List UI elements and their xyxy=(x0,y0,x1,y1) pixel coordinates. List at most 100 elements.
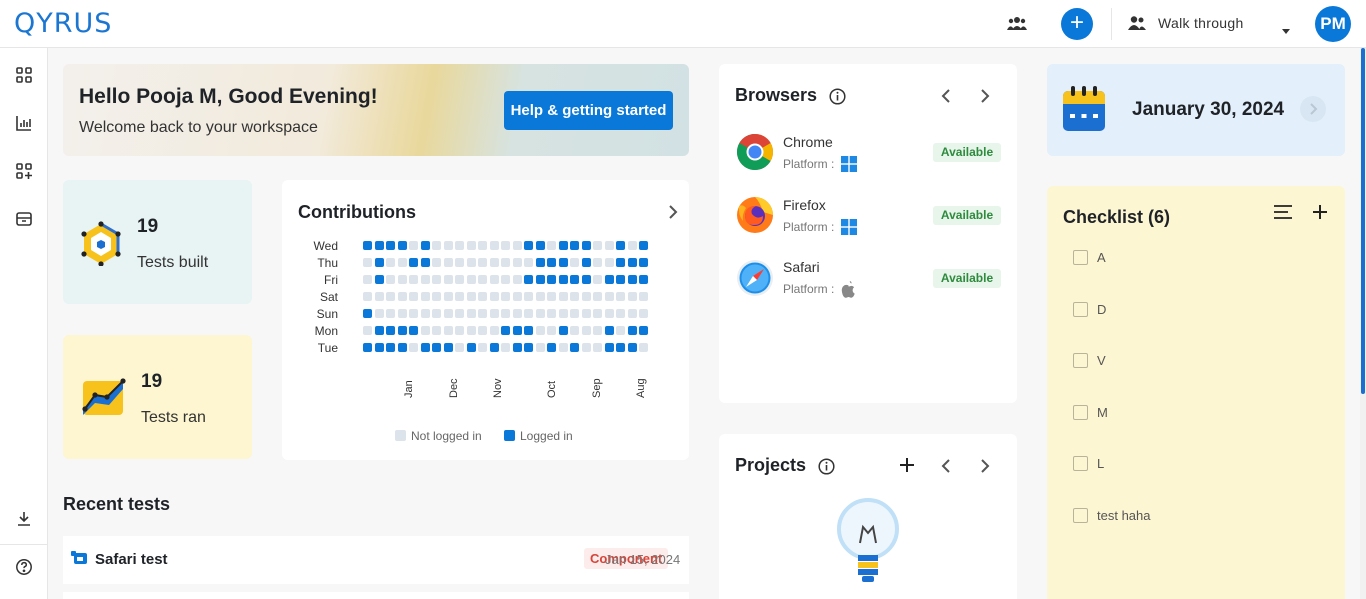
contribution-cell-logged xyxy=(386,343,395,352)
chevron-left-icon[interactable] xyxy=(941,459,951,478)
archive-icon[interactable] xyxy=(15,210,33,233)
contributions-title: Contributions xyxy=(298,202,416,222)
contribution-cell-logged xyxy=(639,326,648,335)
contribution-cell-not-logged xyxy=(455,241,464,250)
recent-test-name[interactable]: Safari test xyxy=(95,551,168,568)
contribution-cell-not-logged xyxy=(432,309,441,318)
contribution-cell-not-logged xyxy=(466,292,476,301)
contribution-cell-not-logged xyxy=(524,292,533,301)
contribution-cell-not-logged xyxy=(443,275,453,284)
contribution-cell-not-logged xyxy=(558,309,568,318)
checklist-item-label: A xyxy=(1097,250,1106,265)
contribution-cell-not-logged xyxy=(466,241,476,250)
checklist-item-label: L xyxy=(1097,456,1105,472)
contribution-cell-not-logged xyxy=(386,258,395,267)
contribution-cell-logged xyxy=(604,275,614,284)
walkthrough-select[interactable]: Walk through xyxy=(1158,15,1244,31)
browser-name: Firefox xyxy=(783,197,826,213)
day-label: Wed xyxy=(313,239,338,253)
contribution-cell-logged xyxy=(386,241,395,250)
contribution-cell-logged xyxy=(397,343,407,352)
contribution-cell-not-logged xyxy=(604,292,614,301)
contribution-cell-logged xyxy=(512,343,522,352)
contribution-cell-not-logged xyxy=(409,292,418,301)
contribution-cell-not-logged xyxy=(489,326,499,335)
reports-chart-icon[interactable] xyxy=(15,114,33,137)
checklist-checkbox[interactable] xyxy=(1073,250,1088,265)
greeting-subtitle: Welcome back to your workspace xyxy=(79,119,318,136)
contribution-cell-not-logged xyxy=(443,258,453,267)
page-scrollbar-track[interactable] xyxy=(1360,48,1366,599)
next-date-button[interactable] xyxy=(1300,96,1326,122)
qyrus-logo[interactable]: QYRUS xyxy=(14,8,112,39)
tests-built-count: 19 xyxy=(137,216,159,237)
projects-card: Projects xyxy=(719,434,1017,599)
contribution-cell-logged xyxy=(570,241,579,250)
chevron-right-icon[interactable] xyxy=(668,205,678,224)
contribution-cell-logged xyxy=(524,241,533,250)
add-project-icon[interactable] xyxy=(899,457,915,478)
checklist-checkbox[interactable] xyxy=(1073,508,1088,523)
contribution-cell-not-logged xyxy=(535,309,545,318)
checklist-checkbox[interactable] xyxy=(1073,404,1088,420)
legend-not-logged-swatch xyxy=(395,430,406,441)
help-getting-started-button[interactable]: Help & getting started xyxy=(504,91,673,130)
browser-name: Safari xyxy=(783,259,820,275)
add-checklist-item-icon[interactable] xyxy=(1312,204,1328,225)
help-icon[interactable] xyxy=(15,558,33,581)
user-avatar[interactable]: PM xyxy=(1315,6,1351,42)
contribution-cell-not-logged xyxy=(466,275,476,284)
contribution-cell-not-logged xyxy=(616,326,625,335)
contribution-cell-not-logged xyxy=(570,309,579,318)
contribution-cell-logged xyxy=(627,343,637,352)
contribution-cell-not-logged xyxy=(443,326,453,335)
legend-logged-swatch xyxy=(504,430,515,441)
contribution-cell-not-logged xyxy=(547,241,556,250)
contribution-cell-not-logged xyxy=(501,275,510,284)
tests-built-card: 19 Tests built xyxy=(63,180,252,304)
download-icon[interactable] xyxy=(15,510,33,533)
page-scrollbar-thumb[interactable] xyxy=(1361,48,1365,394)
contribution-cell-logged xyxy=(374,326,384,335)
info-icon[interactable] xyxy=(829,88,846,110)
checklist-item-label: D xyxy=(1097,301,1107,317)
checklist-checkbox[interactable] xyxy=(1073,353,1088,369)
add-widget-icon[interactable] xyxy=(15,162,33,185)
dashboard-icon[interactable] xyxy=(15,66,33,89)
checklist-item-label: M xyxy=(1097,404,1108,420)
contribution-cell-logged xyxy=(489,343,499,352)
tests-ran-label: Tests ran xyxy=(141,409,206,426)
contribution-cell-not-logged xyxy=(409,241,418,250)
contribution-cell-not-logged xyxy=(512,241,522,250)
info-icon[interactable] xyxy=(818,458,835,480)
contribution-cell-not-logged xyxy=(535,292,545,301)
contribution-cell-logged xyxy=(581,258,591,267)
checklist-card: Checklist (6) xyxy=(1047,186,1345,599)
contribution-cell-logged xyxy=(547,258,556,267)
recent-test-row[interactable] xyxy=(63,592,689,599)
contribution-cell-not-logged xyxy=(616,292,625,301)
contribution-cell-not-logged xyxy=(397,275,407,284)
contribution-cell-not-logged xyxy=(570,326,579,335)
chevron-right-icon[interactable] xyxy=(980,89,990,108)
contribution-cell-not-logged xyxy=(478,326,487,335)
contribution-cell-not-logged xyxy=(604,241,614,250)
contribution-cell-not-logged xyxy=(501,258,510,267)
team-icon[interactable] xyxy=(1007,14,1027,37)
recent-test-row[interactable]: Safari test Component Jan 15, 2024 xyxy=(63,536,689,584)
contribution-cell-not-logged xyxy=(443,241,453,250)
list-filter-icon[interactable] xyxy=(1273,204,1293,225)
contribution-cell-logged xyxy=(558,326,568,335)
contribution-cell-logged xyxy=(639,241,648,250)
contribution-cell-logged xyxy=(363,241,372,250)
contribution-cell-not-logged xyxy=(524,258,533,267)
caret-down-icon[interactable] xyxy=(1282,21,1290,39)
checklist-checkbox[interactable] xyxy=(1073,301,1088,317)
create-button[interactable]: + xyxy=(1061,8,1093,40)
chevron-left-icon[interactable] xyxy=(941,89,951,108)
chevron-right-icon[interactable] xyxy=(980,459,990,478)
contribution-cell-not-logged xyxy=(397,309,407,318)
contribution-cell-logged xyxy=(570,343,579,352)
checklist-checkbox[interactable] xyxy=(1073,456,1088,472)
contribution-cell-not-logged xyxy=(466,258,476,267)
